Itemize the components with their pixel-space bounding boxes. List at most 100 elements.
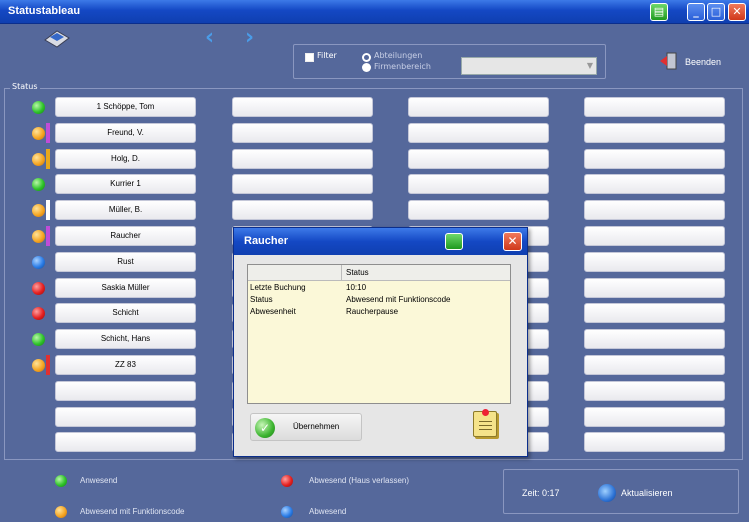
status-indicator-icon <box>32 127 45 140</box>
status-color-stripe <box>46 355 50 375</box>
employee-slot[interactable]: Freund, V. <box>55 123 196 143</box>
note-icon[interactable] <box>473 409 497 437</box>
status-color-stripe <box>46 200 50 220</box>
time-display: Zeit: 0:17 <box>522 488 560 498</box>
radio-firmenbereich-label: Firmenbereich <box>374 62 431 71</box>
checkmark-icon: ✓ <box>255 418 275 438</box>
table-header-key-cell <box>248 265 342 281</box>
empty-slot[interactable] <box>584 174 725 194</box>
chevron-down-icon: ▼ <box>586 61 593 70</box>
employee-slot[interactable]: Schicht, Hans <box>55 329 196 349</box>
empty-slot[interactable] <box>408 149 549 169</box>
empty-slot[interactable] <box>232 97 373 117</box>
radio-abteilungen-label: Abteilungen <box>374 51 423 60</box>
radio-abteilungen[interactable] <box>362 53 371 62</box>
print-icon[interactable]: ▤ <box>650 3 668 21</box>
employee-slot[interactable]: Holg, D. <box>55 149 196 169</box>
empty-slot[interactable] <box>584 97 725 117</box>
empty-slot[interactable] <box>55 407 196 427</box>
table-header: Status <box>248 265 510 281</box>
row-key: Abwesenheit <box>250 307 296 316</box>
filter-label: Filter <box>317 51 337 60</box>
apply-button[interactable]: ✓ Übernehmen <box>250 413 362 441</box>
empty-slot[interactable] <box>232 149 373 169</box>
employee-slot[interactable]: Raucher <box>55 226 196 246</box>
empty-slot[interactable] <box>584 303 725 323</box>
empty-slot[interactable] <box>232 123 373 143</box>
legend-abwesend-haus: Abwesend (Haus verlassen) <box>309 476 410 485</box>
empty-slot[interactable] <box>408 123 549 143</box>
status-indicator-icon <box>32 256 45 269</box>
empty-slot[interactable] <box>584 226 725 246</box>
empty-slot[interactable] <box>584 252 725 272</box>
row-value: Abwesend mit Funktionscode <box>346 295 451 304</box>
apply-button-label: Übernehmen <box>293 422 340 431</box>
empty-slot[interactable] <box>408 174 549 194</box>
legend-red-dot <box>281 475 293 487</box>
dialog-close-button[interactable]: ✕ <box>503 232 522 251</box>
empty-slot[interactable] <box>232 174 373 194</box>
dialog-print-icon[interactable] <box>445 233 463 250</box>
window-title: Statustableau <box>8 5 81 17</box>
pin-icon <box>482 409 489 416</box>
exit-icon[interactable] <box>659 51 679 71</box>
empty-slot[interactable] <box>584 329 725 349</box>
filter-checkbox[interactable] <box>305 53 314 62</box>
empty-slot[interactable] <box>408 200 549 220</box>
dialog-title-bar: Raucher <box>234 228 527 255</box>
employee-slot[interactable]: Saskia Müller <box>55 278 196 298</box>
status-color-stripe <box>46 226 50 246</box>
refresh-icon[interactable] <box>598 484 616 502</box>
table-row: Letzte Buchung 10:10 <box>250 283 510 294</box>
refresh-button-label[interactable]: Aktualisieren <box>621 488 673 498</box>
empty-slot[interactable] <box>584 381 725 401</box>
status-indicator-icon <box>32 359 45 372</box>
minimize-button[interactable]: _ <box>687 3 705 21</box>
status-indicator-icon <box>32 153 45 166</box>
empty-slot[interactable] <box>55 432 196 452</box>
next-page-button[interactable]: › <box>245 27 254 49</box>
close-button[interactable]: ✕ <box>728 3 746 21</box>
empty-slot[interactable] <box>584 123 725 143</box>
dialog-details-table: Status Letzte Buchung 10:10 Status Abwes… <box>247 264 511 404</box>
empty-slot[interactable] <box>584 200 725 220</box>
app-logo-icon[interactable] <box>42 28 72 48</box>
legend-abwesend: Abwesend <box>309 507 347 516</box>
previous-page-button[interactable]: ‹ <box>205 27 214 49</box>
empty-slot[interactable] <box>584 407 725 427</box>
title-bar: Statustableau ▤ _ □ ✕ <box>0 0 749 24</box>
status-color-stripe <box>46 123 50 143</box>
empty-slot[interactable] <box>584 149 725 169</box>
employee-slot[interactable]: ZZ 83 <box>55 355 196 375</box>
status-indicator-icon <box>32 204 45 217</box>
status-indicator-icon <box>32 333 45 346</box>
employee-slot[interactable]: Müller, B. <box>55 200 196 220</box>
employee-slot[interactable]: Rust <box>55 252 196 272</box>
radio-firmenbereich[interactable] <box>362 63 371 72</box>
empty-slot[interactable] <box>584 278 725 298</box>
employee-slot[interactable]: Schicht <box>55 303 196 323</box>
empty-slot[interactable] <box>584 432 725 452</box>
employee-slot[interactable]: 1 Schöppe, Tom <box>55 97 196 117</box>
empty-slot[interactable] <box>584 355 725 375</box>
legend-orange-dot <box>55 506 67 518</box>
row-key: Status <box>250 295 273 304</box>
status-indicator-icon <box>32 307 45 320</box>
empty-slot[interactable] <box>55 381 196 401</box>
status-indicator-icon <box>32 230 45 243</box>
empty-slot[interactable] <box>232 200 373 220</box>
exit-button-label[interactable]: Beenden <box>685 57 721 67</box>
status-indicator-icon <box>32 282 45 295</box>
status-indicator-icon <box>32 178 45 191</box>
employee-slot[interactable]: Kurrier 1 <box>55 174 196 194</box>
legend-abwesend-funktionscode: Abwesend mit Funktionscode <box>80 507 185 516</box>
maximize-button[interactable]: □ <box>707 3 725 21</box>
dialog-title: Raucher <box>244 235 289 247</box>
filter-dropdown[interactable]: ▼ <box>461 57 597 75</box>
row-value: Raucherpause <box>346 307 399 316</box>
empty-slot[interactable] <box>408 97 549 117</box>
legend-anwesend: Anwesend <box>80 476 118 485</box>
table-row: Status Abwesend mit Funktionscode <box>250 295 510 306</box>
status-group-label: Status <box>10 82 40 91</box>
row-value: 10:10 <box>346 283 367 292</box>
